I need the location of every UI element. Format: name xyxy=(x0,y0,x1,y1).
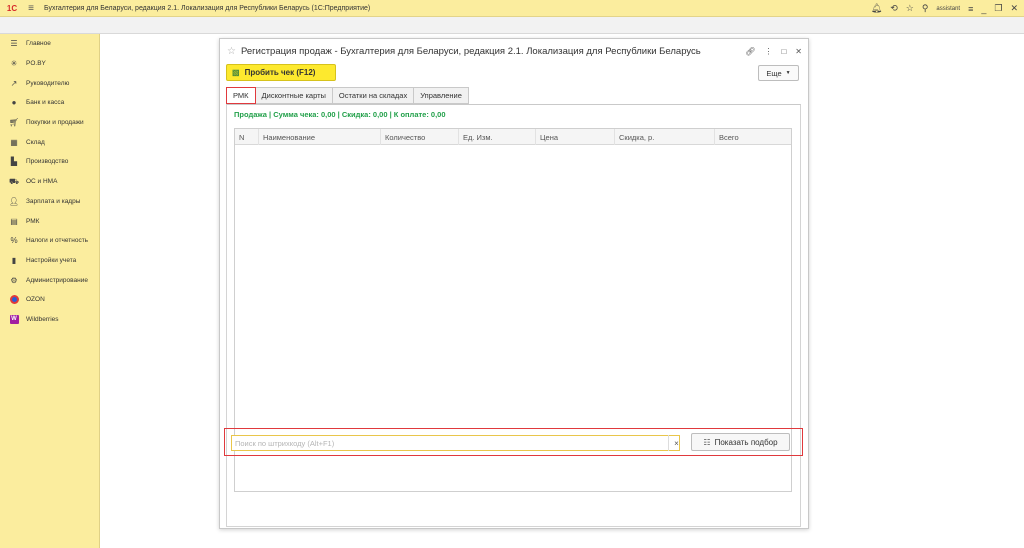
wildberries-icon: W xyxy=(9,314,19,324)
sidebar-item-label: Покупки и продажи xyxy=(26,119,84,127)
show-selection-label: Показать подбор xyxy=(714,437,778,447)
app-logo: 1С xyxy=(6,3,18,13)
gear-icon: ⚙ xyxy=(10,275,18,285)
history-icon[interactable]: ⟲ xyxy=(890,3,898,14)
sidebar-item-label: Администрирование xyxy=(26,276,88,284)
sidebar-item-label: ОС и НМА xyxy=(26,178,58,186)
app-title: Бухгалтерия для Беларуси, редакция 2.1. … xyxy=(44,4,371,12)
person-icon: 👤︎ xyxy=(8,196,20,206)
search-icon[interactable]: ⚲ xyxy=(922,3,929,14)
sidebar-item-label: OZON xyxy=(26,296,45,304)
sales-registration-form: ☆ Регистрация продаж - Бухгалтерия для Б… xyxy=(219,38,809,529)
favorite-star-icon[interactable]: ☆ xyxy=(227,46,236,57)
tab-rmk[interactable]: РМК xyxy=(226,87,256,104)
print-receipt-label: Пробить чек (F12) xyxy=(244,68,316,77)
maximize-icon[interactable]: □ xyxy=(781,47,786,56)
sidebar-item-payroll[interactable]: 👤︎ Зарплата и кадры xyxy=(0,192,99,212)
sidebar-item-bank[interactable]: ● Банк и касса xyxy=(0,93,99,113)
sidebar-item-rmk[interactable]: ▤ РМК xyxy=(0,211,99,231)
sidebar-item-label: Настройки учета xyxy=(26,256,77,264)
sidebar-item-settings[interactable]: ▮ Настройки учета xyxy=(0,251,99,271)
bell-icon[interactable]: 🔔︎ xyxy=(871,3,882,14)
sidebar-item-label: Wildberries xyxy=(26,315,59,323)
sidebar-item-production[interactable]: ▙ Производство xyxy=(0,152,99,172)
minimize-icon[interactable]: _ xyxy=(981,4,986,14)
receipt-summary: Продажа | Сумма чека: 0,00 | Скидка: 0,0… xyxy=(234,110,446,119)
restore-icon[interactable]: ❐ xyxy=(994,3,1002,14)
title-bar: 1С ≡ Бухгалтерия для Беларуси, редакция … xyxy=(0,0,1024,17)
more-actions-icon[interactable]: ⋮ xyxy=(764,47,772,56)
sidebar-item-label: Банк и касса xyxy=(26,99,65,107)
barcode-search-input[interactable]: Поиск по штрихкоду (Alt+F1) xyxy=(231,435,680,451)
close-icon[interactable]: ✕ xyxy=(1010,3,1018,14)
table-header: N Наименование Количество Ед. Изм. Цена … xyxy=(235,129,791,145)
cart-icon: 🛒︎ xyxy=(8,118,20,128)
column-header-quantity[interactable]: Количество xyxy=(381,129,459,145)
sidebar-item-label: РМК xyxy=(26,217,40,225)
sidebar-item-warehouse[interactable]: ▦ Склад xyxy=(0,132,99,152)
close-icon[interactable]: ✕ xyxy=(795,47,802,56)
tab-management[interactable]: Управление xyxy=(414,87,469,104)
trend-icon: ↗ xyxy=(10,78,18,88)
column-header-unit[interactable]: Ед. Изм. xyxy=(459,129,536,145)
form-tabs: РМК Дисконтные карты Остатки на складах … xyxy=(226,87,469,104)
sidebar-item-main[interactable]: ☰ Главное xyxy=(0,34,99,54)
truck-icon: ⛟ xyxy=(8,176,20,186)
clear-search-button[interactable]: × xyxy=(668,435,684,451)
tab-warehouse-stock[interactable]: Остатки на складах xyxy=(332,87,415,104)
receipt-icon: ▧ xyxy=(232,68,240,77)
sidebar-item-ozon[interactable]: OZON xyxy=(0,290,99,310)
sun-icon: ✳ xyxy=(10,59,18,69)
sidebar-item-director[interactable]: ↗ Руководителю xyxy=(0,73,99,93)
main-menu-icon[interactable]: ≡ xyxy=(24,3,38,14)
more-label: Еще xyxy=(766,68,782,78)
list-icon: ☷ xyxy=(703,437,711,447)
column-header-n[interactable]: N xyxy=(235,129,259,145)
register-icon: ▤ xyxy=(10,216,18,226)
form-title: Регистрация продаж - Бухгалтерия для Бел… xyxy=(240,45,701,57)
percent-icon: % xyxy=(10,236,18,246)
form-header: ☆ Регистрация продаж - Бухгалтерия для Б… xyxy=(220,39,808,63)
book-icon: ▮ xyxy=(11,255,17,265)
sidebar-item-label: Налоги и отчетность xyxy=(26,237,89,245)
form-window-controls: 🔗︎ ⋮ □ ✕ xyxy=(745,39,802,63)
sidebar-item-label: Руководителю xyxy=(26,79,70,87)
sidebar-item-label: PO.BY xyxy=(26,60,46,68)
sidebar-item-label: Склад xyxy=(26,138,45,146)
sections-sidebar: ☰ Главное ✳ PO.BY ↗ Руководителю ● Банк … xyxy=(0,34,100,548)
column-header-total[interactable]: Всего xyxy=(715,129,791,145)
column-header-discount[interactable]: Скидка, р. xyxy=(615,129,715,145)
favorites-star-icon[interactable]: ☆ xyxy=(906,3,914,14)
sidebar-item-purchases-sales[interactable]: 🛒︎ Покупки и продажи xyxy=(0,113,99,133)
show-selection-button[interactable]: ☷ Показать подбор xyxy=(691,433,790,451)
ozon-icon xyxy=(9,295,19,305)
menu-lines-icon: ☰ xyxy=(10,39,18,49)
coins-icon: ● xyxy=(11,98,17,108)
sidebar-item-poby[interactable]: ✳ PO.BY xyxy=(0,54,99,74)
factory-icon: ▙ xyxy=(10,157,18,167)
user-name[interactable]: assistant xyxy=(936,6,960,12)
sidebar-item-fixed-assets[interactable]: ⛟ ОС и НМА xyxy=(0,172,99,192)
barcode-bar: Поиск по штрихкоду (Alt+F1) × ☷ Показать… xyxy=(224,428,803,456)
open-windows-strip xyxy=(0,17,1024,34)
more-button[interactable]: Еще ▼ xyxy=(758,65,799,81)
sidebar-item-admin[interactable]: ⚙ Администрирование xyxy=(0,270,99,290)
sidebar-item-wildberries[interactable]: W Wildberries xyxy=(0,310,99,330)
sidebar-item-label: Главное xyxy=(26,40,51,48)
link-icon[interactable]: 🔗︎ xyxy=(745,47,755,56)
tab-panel-rmk: Продажа | Сумма чека: 0,00 | Скидка: 0,0… xyxy=(226,104,801,527)
column-header-name[interactable]: Наименование xyxy=(259,129,381,145)
sidebar-item-label: Производство xyxy=(26,158,69,166)
print-receipt-button[interactable]: ▧ Пробить чек (F12) xyxy=(226,64,336,81)
column-header-price[interactable]: Цена xyxy=(536,129,615,145)
sidebar-item-taxes[interactable]: % Налоги и отчетность xyxy=(0,231,99,251)
title-bar-controls: 🔔︎ ⟲ ☆ ⚲ assistant ≡ _ ❐ ✕ xyxy=(871,0,1018,17)
warehouse-icon: ▦ xyxy=(10,137,18,147)
settings-menu-icon[interactable]: ≡ xyxy=(968,4,973,14)
tab-discount-cards[interactable]: Дисконтные карты xyxy=(255,87,333,104)
sidebar-item-label: Зарплата и кадры xyxy=(26,197,81,205)
chevron-down-icon: ▼ xyxy=(785,70,791,76)
